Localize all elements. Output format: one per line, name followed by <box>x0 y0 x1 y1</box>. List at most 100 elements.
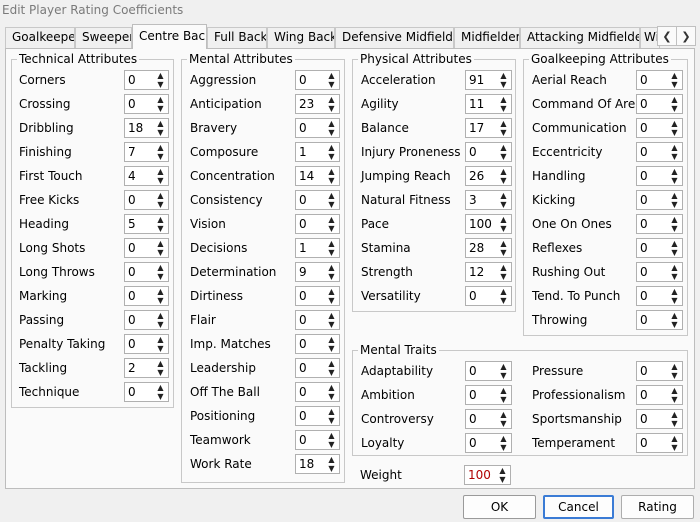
spin-arrows[interactable]: ▲ ▼ <box>496 239 511 257</box>
arrow-up-icon[interactable]: ▲ <box>324 263 339 272</box>
attribute-spinbox[interactable]: 0 ▲ ▼ <box>295 334 340 354</box>
arrow-down-icon[interactable]: ▼ <box>667 224 682 233</box>
cancel-button[interactable]: Cancel <box>543 495 614 519</box>
arrow-down-icon[interactable]: ▼ <box>667 272 682 281</box>
tab-scroll-right-button[interactable]: ❯ <box>676 26 696 46</box>
attribute-spinbox[interactable]: 0 ▲ ▼ <box>636 190 683 210</box>
arrow-up-icon[interactable]: ▲ <box>324 239 339 248</box>
attribute-spinbox[interactable]: 7 ▲ ▼ <box>124 142 169 162</box>
attribute-spinbox[interactable]: 0 ▲ ▼ <box>295 214 340 234</box>
attribute-spinbox[interactable]: 2 ▲ ▼ <box>124 358 169 378</box>
arrow-down-icon[interactable]: ▼ <box>324 224 339 233</box>
arrow-down-icon[interactable]: ▼ <box>153 320 168 329</box>
arrow-up-icon[interactable]: ▲ <box>153 95 168 104</box>
tab-goalkeeper[interactable]: Goalkeeper <box>5 27 75 48</box>
attribute-spinbox[interactable]: 0 ▲ ▼ <box>636 238 683 258</box>
tab-wing-back[interactable]: Wing Back <box>267 27 335 48</box>
spin-arrows[interactable]: ▲ ▼ <box>667 311 682 329</box>
arrow-up-icon[interactable]: ▲ <box>667 191 682 200</box>
arrow-down-icon[interactable]: ▼ <box>667 152 682 161</box>
arrow-up-icon[interactable]: ▲ <box>153 359 168 368</box>
spin-arrows[interactable]: ▲ ▼ <box>667 143 682 161</box>
arrow-up-icon[interactable]: ▲ <box>496 95 511 104</box>
spin-arrows[interactable]: ▲ ▼ <box>324 359 339 377</box>
arrow-up-icon[interactable]: ▲ <box>153 335 168 344</box>
spin-arrows[interactable]: ▲ ▼ <box>667 287 682 305</box>
arrow-up-icon[interactable]: ▲ <box>153 311 168 320</box>
spin-arrows[interactable]: ▲ ▼ <box>324 167 339 185</box>
attribute-spinbox[interactable]: 0 ▲ ▼ <box>295 70 340 90</box>
attribute-spinbox[interactable]: 0 ▲ ▼ <box>124 382 169 402</box>
attribute-spinbox[interactable]: 0 ▲ ▼ <box>465 286 512 306</box>
arrow-down-icon[interactable]: ▼ <box>496 176 511 185</box>
spin-arrows[interactable]: ▲ ▼ <box>153 119 168 137</box>
arrow-up-icon[interactable]: ▲ <box>496 119 511 128</box>
arrow-up-icon[interactable]: ▲ <box>496 239 511 248</box>
arrow-down-icon[interactable]: ▼ <box>153 80 168 89</box>
attribute-spinbox[interactable]: 3 ▲ ▼ <box>465 190 512 210</box>
spin-arrows[interactable]: ▲ ▼ <box>153 95 168 113</box>
arrow-up-icon[interactable]: ▲ <box>667 239 682 248</box>
weight-spinbox[interactable]: 100 ▲ ▼ <box>464 465 511 485</box>
spin-arrows[interactable]: ▲ ▼ <box>496 191 511 209</box>
arrow-down-icon[interactable]: ▼ <box>153 200 168 209</box>
spin-arrows[interactable]: ▲ ▼ <box>153 167 168 185</box>
attribute-spinbox[interactable]: 0 ▲ ▼ <box>124 238 169 258</box>
spin-arrows[interactable]: ▲ ▼ <box>667 434 682 452</box>
arrow-up-icon[interactable]: ▲ <box>667 362 682 371</box>
spin-arrows[interactable]: ▲ ▼ <box>324 143 339 161</box>
spin-arrows[interactable]: ▲ ▼ <box>324 263 339 281</box>
arrow-down-icon[interactable]: ▼ <box>667 80 682 89</box>
arrow-up-icon[interactable]: ▲ <box>153 263 168 272</box>
attribute-spinbox[interactable]: 0 ▲ ▼ <box>124 70 169 90</box>
arrow-down-icon[interactable]: ▼ <box>324 248 339 257</box>
arrow-down-icon[interactable]: ▼ <box>667 320 682 329</box>
arrow-down-icon[interactable]: ▼ <box>153 152 168 161</box>
attribute-spinbox[interactable]: 0 ▲ ▼ <box>295 190 340 210</box>
attribute-spinbox[interactable]: 0 ▲ ▼ <box>295 286 340 306</box>
attribute-spinbox[interactable]: 18 ▲ ▼ <box>295 454 340 474</box>
spin-arrows[interactable]: ▲ ▼ <box>324 95 339 113</box>
spin-arrows[interactable]: ▲ ▼ <box>324 215 339 233</box>
arrow-down-icon[interactable]: ▼ <box>496 104 511 113</box>
arrow-down-icon[interactable]: ▼ <box>324 200 339 209</box>
arrow-up-icon[interactable]: ▲ <box>153 167 168 176</box>
spin-arrows[interactable]: ▲ ▼ <box>153 359 168 377</box>
attribute-spinbox[interactable]: 5 ▲ ▼ <box>124 214 169 234</box>
attribute-spinbox[interactable]: 9 ▲ ▼ <box>295 262 340 282</box>
arrow-down-icon[interactable]: ▼ <box>667 104 682 113</box>
arrow-up-icon[interactable]: ▲ <box>667 143 682 152</box>
arrow-up-icon[interactable]: ▲ <box>667 119 682 128</box>
spin-arrows[interactable]: ▲ ▼ <box>153 143 168 161</box>
arrow-down-icon[interactable]: ▼ <box>496 80 511 89</box>
arrow-down-icon[interactable]: ▼ <box>324 464 339 473</box>
arrow-up-icon[interactable]: ▲ <box>153 119 168 128</box>
arrow-down-icon[interactable]: ▼ <box>324 80 339 89</box>
tab-midfielder[interactable]: Midfielder <box>454 27 520 48</box>
attribute-spinbox[interactable]: 0 ▲ ▼ <box>295 358 340 378</box>
spin-arrows[interactable]: ▲ ▼ <box>153 215 168 233</box>
arrow-down-icon[interactable]: ▼ <box>153 128 168 137</box>
attribute-spinbox[interactable]: 0 ▲ ▼ <box>636 118 683 138</box>
attribute-spinbox[interactable]: 0 ▲ ▼ <box>295 406 340 426</box>
attribute-spinbox[interactable]: 26 ▲ ▼ <box>465 166 512 186</box>
attribute-spinbox[interactable]: 0 ▲ ▼ <box>124 190 169 210</box>
arrow-up-icon[interactable]: ▲ <box>324 191 339 200</box>
spin-arrows[interactable]: ▲ ▼ <box>153 239 168 257</box>
arrow-up-icon[interactable]: ▲ <box>153 71 168 80</box>
arrow-down-icon[interactable]: ▼ <box>324 392 339 401</box>
arrow-down-icon[interactable]: ▼ <box>324 176 339 185</box>
attribute-spinbox[interactable]: 0 ▲ ▼ <box>124 94 169 114</box>
arrow-up-icon[interactable]: ▲ <box>153 143 168 152</box>
arrow-down-icon[interactable]: ▼ <box>324 128 339 137</box>
spin-arrows[interactable]: ▲ ▼ <box>324 383 339 401</box>
attribute-spinbox[interactable]: 0 ▲ ▼ <box>636 286 683 306</box>
arrow-down-icon[interactable]: ▼ <box>495 475 510 484</box>
arrow-down-icon[interactable]: ▼ <box>153 176 168 185</box>
spin-arrows[interactable]: ▲ ▼ <box>496 95 511 113</box>
arrow-down-icon[interactable]: ▼ <box>496 224 511 233</box>
ok-button[interactable]: OK <box>463 495 536 519</box>
arrow-down-icon[interactable]: ▼ <box>153 344 168 353</box>
spin-arrows[interactable]: ▲ ▼ <box>667 215 682 233</box>
arrow-down-icon[interactable]: ▼ <box>667 248 682 257</box>
